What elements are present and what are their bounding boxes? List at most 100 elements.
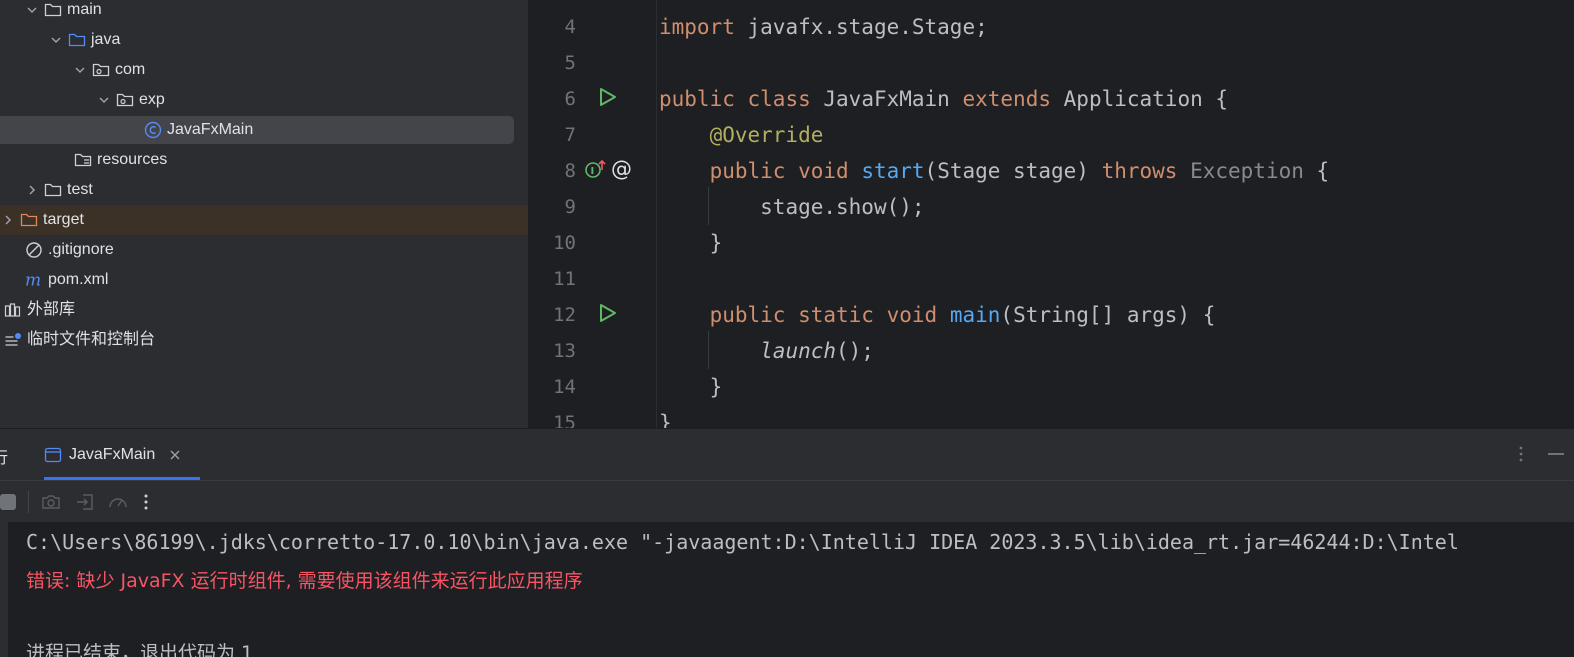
- tree-item-target[interactable]: target: [0, 205, 528, 235]
- stop-icon[interactable]: [0, 493, 16, 510]
- code-line-8[interactable]: 8 I @ public void start(Stage stage) thr…: [528, 153, 1574, 189]
- close-tab-icon[interactable]: [169, 449, 181, 461]
- chevron-down-icon[interactable]: [48, 32, 64, 48]
- folder-icon: [44, 1, 62, 19]
- code-editor[interactable]: 4 import javafx.stage.Stage; 5 6 public …: [528, 0, 1574, 428]
- code-line-13[interactable]: 13 launch();: [528, 333, 1574, 369]
- excluded-folder-icon: [20, 211, 38, 229]
- tree-item-external-libraries[interactable]: 外部库: [0, 295, 528, 325]
- code-line-5[interactable]: 5: [528, 45, 1574, 81]
- code-line-12[interactable]: 12 public static void main(String[] args…: [528, 297, 1574, 333]
- code-line-11[interactable]: 11: [528, 261, 1574, 297]
- tree-item-label: target: [43, 211, 84, 228]
- run-gutter-icon[interactable]: [596, 302, 618, 329]
- code-text: import javafx.stage.Stage;: [659, 15, 988, 39]
- run-gutter-icon[interactable]: [596, 86, 618, 113]
- login-icon[interactable]: [75, 493, 95, 511]
- tree-item-label: exp: [139, 91, 165, 108]
- console-line-error: 错误: 缺少 JavaFX 运行时组件, 需要使用该组件来运行此应用程序: [26, 570, 583, 592]
- chevron-down-icon[interactable]: [96, 92, 112, 108]
- run-tab-label: JavaFxMain: [69, 445, 156, 463]
- code-line-9[interactable]: 9 stage.show();: [528, 189, 1574, 225]
- more-options-icon[interactable]: [1518, 445, 1524, 468]
- tree-item-label: main: [67, 1, 102, 18]
- tree-item-resources[interactable]: resources: [0, 145, 528, 175]
- bookmark-at-icon[interactable]: @: [610, 157, 634, 186]
- line-number: 14: [553, 376, 576, 398]
- line-number: 7: [564, 124, 576, 146]
- code-line-6[interactable]: 6 public class JavaFxMain extends Applic…: [528, 81, 1574, 117]
- tree-item-label: java: [91, 31, 121, 48]
- code-text: }: [659, 411, 672, 428]
- console-line-command: C:\Users\86199\.jdks\corretto-17.0.10\bi…: [26, 530, 1459, 554]
- console-output[interactable]: C:\Users\86199\.jdks\corretto-17.0.10\bi…: [0, 522, 1574, 657]
- camera-icon[interactable]: [41, 493, 61, 511]
- chevron-right-icon[interactable]: [24, 182, 40, 198]
- tree-item-label: resources: [97, 151, 168, 168]
- code-text: }: [709, 231, 723, 255]
- svg-text:@: @: [611, 157, 632, 181]
- tree-item-label: JavaFxMain: [167, 121, 254, 138]
- svg-text:I: I: [591, 166, 595, 177]
- run-tool-window-header: 行 JavaFxMain: [0, 428, 1574, 480]
- source-folder-icon: [68, 31, 86, 49]
- code-line-7[interactable]: 7 @Override: [528, 117, 1574, 153]
- line-number: 11: [553, 268, 576, 290]
- code-line-15[interactable]: 15 }: [528, 405, 1574, 428]
- package-icon: [116, 91, 134, 109]
- code-line-10[interactable]: 10 }: [528, 225, 1574, 261]
- run-toolbar: [0, 480, 1574, 522]
- tree-item-test[interactable]: test: [0, 175, 528, 205]
- more-actions-icon[interactable]: [143, 493, 149, 511]
- minimize-icon[interactable]: [1548, 453, 1564, 455]
- svg-text:m: m: [25, 271, 41, 289]
- tree-item-label: .gitignore: [48, 241, 114, 258]
- tree-item-label: pom.xml: [48, 271, 109, 288]
- tree-item-label: test: [67, 181, 93, 198]
- tree-item-label: 外部库: [27, 301, 76, 318]
- line-number: 10: [553, 232, 576, 254]
- maven-icon: m: [25, 271, 43, 289]
- folder-icon: [44, 181, 62, 199]
- code-text: public void start(Stage stage) throws Ex…: [709, 159, 1330, 183]
- line-number: 4: [564, 16, 576, 38]
- tree-item-pom[interactable]: m pom.xml: [0, 265, 528, 295]
- tree-item-javafxmain[interactable]: JavaFxMain: [0, 115, 528, 145]
- tree-item-scratches[interactable]: 临时文件和控制台: [0, 325, 528, 355]
- line-number: 15: [553, 412, 576, 428]
- chevron-right-icon[interactable]: [0, 212, 16, 228]
- run-config-icon: [44, 447, 62, 463]
- tree-item-main[interactable]: main: [0, 0, 528, 25]
- run-tab-javafxmain[interactable]: JavaFxMain: [44, 429, 200, 480]
- scratches-icon: [4, 331, 22, 349]
- code-line-14[interactable]: 14 }: [528, 369, 1574, 405]
- code-text: @Override: [709, 123, 824, 147]
- line-number: 6: [564, 88, 576, 110]
- java-class-icon: [144, 121, 162, 139]
- code-text: public class JavaFxMain extends Applicat…: [659, 87, 1229, 111]
- line-number: 5: [564, 52, 576, 74]
- console-left-bar: [0, 522, 8, 657]
- code-text: stage.show();: [760, 195, 925, 219]
- chevron-down-icon[interactable]: [72, 62, 88, 78]
- line-number: 13: [553, 340, 576, 362]
- code-text: }: [709, 375, 723, 399]
- code-line-4[interactable]: 4 import javafx.stage.Stage;: [528, 9, 1574, 45]
- implements-method-icon[interactable]: I: [584, 158, 606, 185]
- tree-item-gitignore[interactable]: .gitignore: [0, 235, 528, 265]
- code-text: public static void main(String[] args) {: [709, 303, 1216, 327]
- profiler-icon[interactable]: [107, 492, 129, 512]
- package-icon: [92, 61, 110, 79]
- toolbar-separator: [28, 490, 29, 513]
- code-text: launch();: [760, 339, 874, 363]
- tree-item-com[interactable]: com: [0, 55, 528, 85]
- ignore-file-icon: [25, 241, 43, 259]
- resources-folder-icon: [74, 151, 92, 169]
- console-line-exit: 进程已结束，退出代码为 1: [26, 642, 254, 657]
- tree-item-exp[interactable]: exp: [0, 85, 528, 115]
- tree-item-java[interactable]: java: [0, 25, 528, 55]
- line-number: 8: [564, 160, 576, 182]
- chevron-down-icon[interactable]: [24, 2, 40, 18]
- tree-item-label: com: [115, 61, 146, 78]
- project-tree: main java com exp JavaFxMain resources t…: [0, 0, 528, 428]
